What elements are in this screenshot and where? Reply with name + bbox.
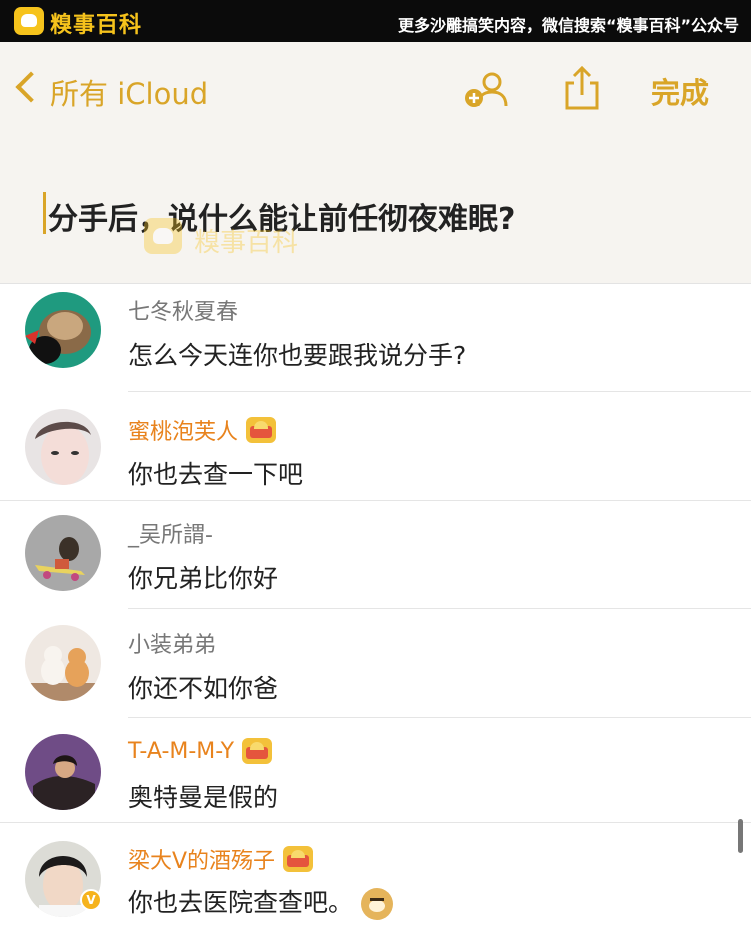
comment-text: 怎么今天连你也要跟我说分手?: [128, 341, 467, 370]
commenter-name[interactable]: _吴所謂-: [128, 517, 213, 549]
top-banner: 糗事百科 更多沙雕搞笑内容，微信搜索“糗事百科”公众号: [0, 0, 751, 42]
commenter-name-row: T-A-M-M-Y: [128, 738, 273, 764]
commenter-name[interactable]: 蜜桃泡芙人: [128, 414, 238, 446]
comment-list: 七冬秋夏春 怎么今天连你也要跟我说分手? 蜜桃泡芙人 你也去查一下吧 _吴所謂-…: [0, 283, 751, 930]
comment-text: 奥特曼是假的: [128, 783, 279, 812]
commenter-name[interactable]: 七冬秋夏春: [128, 294, 238, 326]
share-icon[interactable]: [563, 65, 601, 111]
vip-crown-icon: [283, 846, 314, 872]
scrollbar[interactable]: [738, 819, 743, 853]
text-cursor: [43, 192, 46, 234]
commenter-name[interactable]: T-A-M-M-Y: [128, 739, 234, 764]
vip-crown-icon: [242, 738, 273, 764]
watermark-logo-icon: [144, 218, 182, 254]
qiushibaike-logo-icon: [14, 7, 44, 35]
comment-text: 你兄弟比你好: [128, 564, 279, 593]
done-button[interactable]: 完成: [651, 70, 709, 112]
comment-text: 你还不如你爸: [128, 674, 279, 703]
avatar[interactable]: [25, 515, 101, 591]
verified-v-badge-icon: V: [80, 889, 102, 911]
comment-text: 你也去查一下吧: [128, 460, 304, 489]
comment-text: 你也去医院查查吧。: [128, 883, 394, 920]
doge-emoji-icon: [361, 888, 394, 920]
commenter-name-row: 七冬秋夏春: [128, 294, 238, 326]
comment-text-content: 你也去医院查查吧。: [128, 888, 354, 917]
comment-item[interactable]: _吴所謂- 你兄弟比你好: [0, 501, 751, 609]
comment-item[interactable]: 七冬秋夏春 怎么今天连你也要跟我说分手?: [0, 284, 751, 392]
commenter-name-row: 蜜桃泡芙人: [128, 414, 277, 446]
comment-item[interactable]: 小装弟弟 你还不如你爸: [0, 609, 751, 718]
promo-text: 更多沙雕搞笑内容，微信搜索“糗事百科”公众号: [397, 16, 739, 35]
watermark-text: 糗事百科: [194, 228, 299, 258]
comment-item[interactable]: 梁大V的酒殇子 你也去医院查查吧。: [0, 823, 751, 930]
add-person-icon[interactable]: [462, 68, 512, 112]
comment-item[interactable]: 蜜桃泡芙人 你也去查一下吧: [0, 392, 751, 501]
commenter-name[interactable]: 梁大V的酒殇子: [128, 843, 275, 875]
chevron-left-icon[interactable]: [15, 71, 47, 103]
commenter-name[interactable]: 小装弟弟: [128, 627, 216, 659]
commenter-name-row: 梁大V的酒殇子: [128, 843, 314, 875]
notes-header: 所有 iCloud 完成 分手后，说什么能让前任彻夜难眠? 糗事百科: [0, 42, 751, 283]
comment-item[interactable]: T-A-M-M-Y 奥特曼是假的: [0, 718, 751, 823]
back-button[interactable]: 所有 iCloud: [50, 71, 208, 113]
avatar[interactable]: [25, 734, 101, 810]
commenter-name-row: _吴所謂-: [128, 517, 213, 549]
avatar[interactable]: [25, 292, 101, 368]
avatar[interactable]: [25, 409, 101, 485]
commenter-name-row: 小装弟弟: [128, 627, 216, 659]
avatar[interactable]: [25, 625, 101, 701]
vip-crown-icon: [246, 417, 277, 443]
logo-text: 糗事百科: [50, 13, 143, 38]
